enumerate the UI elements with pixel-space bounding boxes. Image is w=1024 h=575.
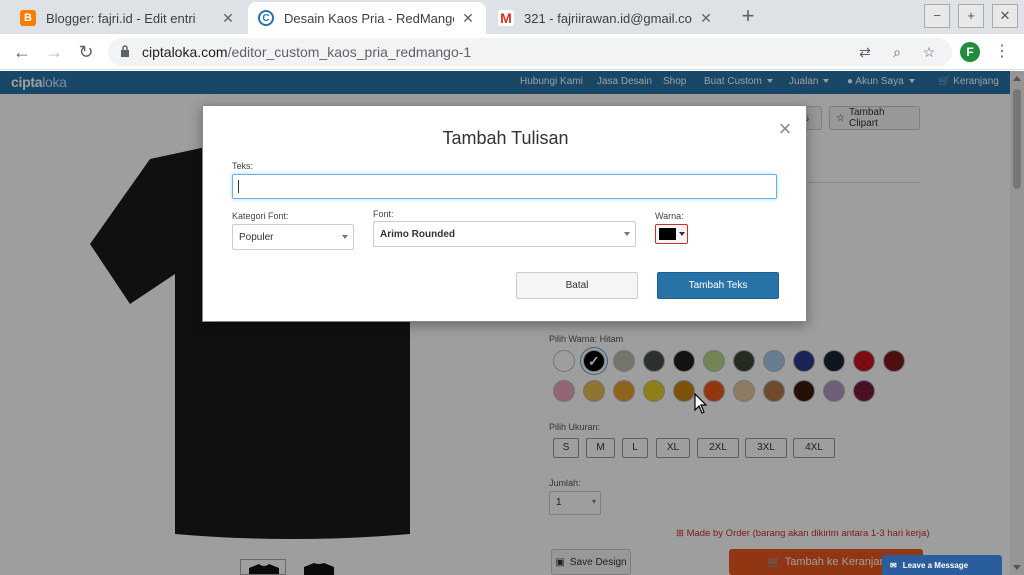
translate-icon[interactable]: ⇄ — [856, 43, 874, 61]
font-category-label: Kategori Font: — [232, 211, 289, 221]
forward-button[interactable]: → — [42, 41, 66, 63]
close-window-button[interactable]: ✕ — [992, 4, 1018, 28]
mouse-pointer-icon — [694, 393, 708, 414]
zoom-icon[interactable]: ⌕ — [888, 43, 906, 61]
url-path: /editor_custom_kaos_pria_redmango-1 — [227, 44, 472, 60]
font-category-select[interactable]: Populer — [232, 224, 354, 250]
widget-label: Leave a Message — [902, 560, 969, 570]
color-field-label: Warna: — [655, 211, 684, 221]
mail-icon: ✉ — [890, 560, 897, 570]
reload-button[interactable]: ↻ — [74, 41, 98, 63]
blogger-icon: B — [20, 10, 36, 26]
color-picker[interactable] — [655, 224, 688, 244]
tab-title: Desain Kaos Pria - RedMango C — [284, 10, 454, 26]
chevron-down-icon — [679, 232, 685, 236]
font-select[interactable]: Arimo Rounded — [373, 221, 636, 247]
url-text: ciptaloka.com/editor_custom_kaos_pria_re… — [142, 44, 471, 60]
close-icon[interactable]: × — [776, 116, 794, 142]
maximize-button[interactable]: + — [958, 4, 984, 28]
select-value: Arimo Rounded — [380, 229, 455, 240]
leave-message-widget[interactable]: ✉ Leave a Message — [882, 555, 1002, 575]
close-icon[interactable]: ✕ — [220, 10, 236, 27]
address-bar[interactable]: ciptaloka.com/editor_custom_kaos_pria_re… — [108, 38, 952, 66]
url-domain: ciptaloka.com — [142, 44, 228, 60]
font-label: Font: — [373, 209, 394, 219]
menu-icon[interactable]: ⋮ — [994, 41, 1010, 61]
cancel-button[interactable]: Batal — [516, 272, 638, 299]
chevron-down-icon — [342, 235, 348, 239]
gmail-icon: M — [498, 10, 514, 26]
add-text-dialog: Tambah Tulisan × Teks: Kategori Font: Po… — [202, 105, 807, 322]
close-icon[interactable]: ✕ — [460, 10, 476, 27]
back-button[interactable]: ← — [10, 41, 34, 63]
minimize-button[interactable]: − — [924, 4, 950, 28]
browser-tab-strip: B Blogger: fajri.id - Edit entri ✕ C Des… — [0, 0, 1024, 34]
color-chip — [659, 228, 676, 240]
tab-gmail[interactable]: M 321 - fajriirawan.id@gmail.com ✕ — [488, 2, 724, 34]
address-toolbar: ← → ↻ ciptaloka.com/editor_custom_kaos_p… — [0, 34, 1024, 70]
select-value: Populer — [239, 232, 274, 243]
new-tab-button[interactable]: + — [736, 4, 760, 28]
dialog-title: Tambah Tulisan — [442, 128, 569, 148]
chevron-down-icon — [624, 232, 630, 236]
ciptaloka-icon: C — [258, 10, 274, 26]
tab-title: Blogger: fajri.id - Edit entri — [46, 10, 196, 26]
text-field-label: Teks: — [232, 161, 254, 171]
tab-ciptaloka[interactable]: C Desain Kaos Pria - RedMango C ✕ — [248, 2, 486, 34]
add-text-submit-button[interactable]: Tambah Teks — [657, 272, 779, 299]
star-icon[interactable]: ☆ — [920, 43, 938, 61]
text-cursor — [238, 180, 239, 193]
avatar[interactable]: F — [960, 42, 980, 62]
close-icon[interactable]: ✕ — [698, 10, 714, 27]
tab-title: 321 - fajriirawan.id@gmail.com — [524, 10, 692, 26]
text-input[interactable] — [232, 174, 777, 199]
tab-blogger[interactable]: B Blogger: fajri.id - Edit entri ✕ — [10, 2, 246, 34]
lock-icon — [121, 45, 129, 57]
